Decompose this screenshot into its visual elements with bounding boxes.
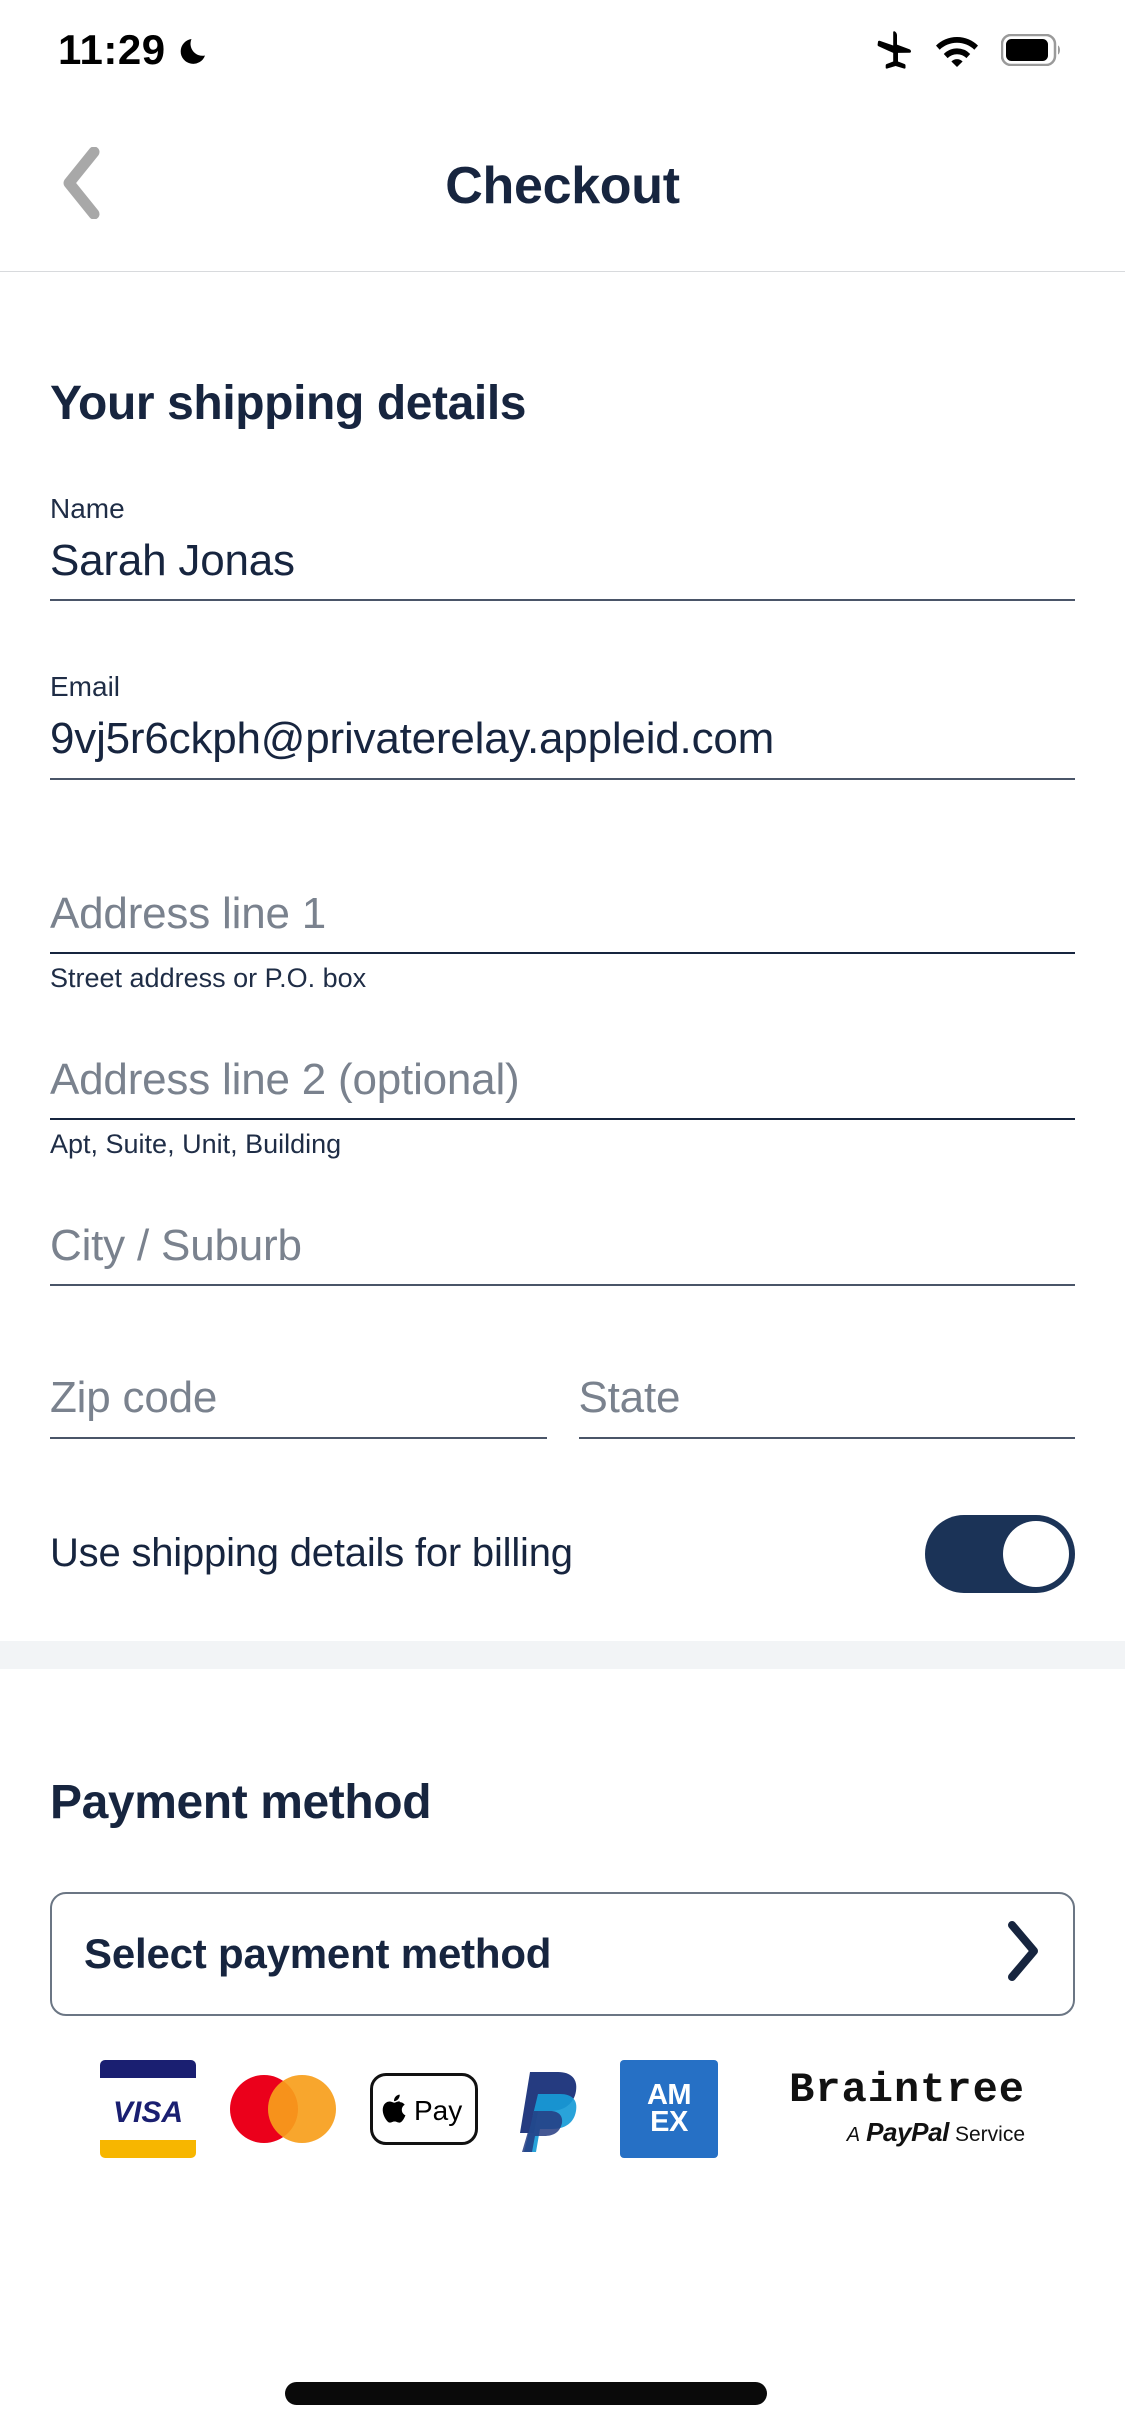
city-input[interactable]: City / Suburb [50,1221,1075,1284]
address-line-2-helper-text: Apt, Suite, Unit, Building [50,1129,342,1160]
shipping-section: Your shipping details Name Sarah Jonas E… [0,272,1125,1641]
svg-text:Pay: Pay [414,2095,462,2126]
paypal-logo [512,2066,586,2152]
email-label: Email [50,671,121,703]
chevron-left-icon [60,146,104,224]
visa-logo: VISA [100,2059,196,2158]
address-line-1-field[interactable]: Address line 1 Street address or P.O. bo… [50,780,1075,994]
braintree-tagline-service: Service [954,2123,1025,2147]
billing-toggle-label: Use shipping details for billing [50,1531,573,1576]
braintree-tagline: A PayPal Service [789,2117,1025,2148]
email-input[interactable]: 9vj5r6ckph@privaterelay.appleid.com [50,715,1075,777]
amex-line-2: EX [650,2105,688,2138]
status-bar-left: 11:29 [58,26,214,74]
name-label: Name [50,493,125,524]
airplane-mode-icon [871,29,913,71]
amex-line-1: AM [646,2079,692,2112]
address-line-1-input[interactable]: Address line 1 [50,889,1075,952]
accepted-payment-logos: VISA Pay AM EX Braintree A PayPal Servic… [50,2016,1075,2158]
mastercard-logo [230,2074,336,2143]
section-divider [0,1640,1125,1669]
svg-text:VISA: VISA [113,2096,183,2129]
status-bar-right [871,29,1063,71]
status-bar: 11:29 [0,0,1125,100]
back-button[interactable] [34,138,130,234]
billing-toggle-switch[interactable] [925,1514,1075,1593]
billing-toggle-row[interactable]: Use shipping details for billing [50,1439,1075,1641]
zip-code-input[interactable]: Zip code [50,1373,547,1436]
name-input[interactable]: Sarah Jonas [50,536,1075,599]
select-payment-method-button[interactable]: Select payment method [50,1891,1075,2016]
select-payment-method-label: Select payment method [84,1929,552,1977]
braintree-wordmark: Braintree [789,2066,1025,2115]
address-line-2-input[interactable]: Address line 2 (optional) [50,1055,1075,1118]
city-field[interactable]: City / Suburb [50,1160,1075,1287]
wifi-icon [935,33,979,67]
chevron-right-icon [1003,1920,1043,1987]
paypal-wordmark: PayPal [866,2117,949,2148]
moon-icon [180,33,214,67]
payment-section: Payment method Select payment method VIS… [0,1668,1125,2158]
amex-logo: AM EX [620,2059,718,2158]
navigation-bar: Checkout [0,100,1125,272]
mastercard-yellow-circle [268,2074,336,2143]
shipping-heading: Your shipping details [50,377,527,430]
toggle-knob [1003,1520,1069,1587]
braintree-branding: Braintree A PayPal Service [789,2069,1025,2148]
state-underline [578,1436,1075,1439]
state-input[interactable]: State [579,1373,1076,1436]
battery-icon [1001,34,1063,66]
address-line-2-field[interactable]: Address line 2 (optional) Apt, Suite, Un… [50,994,1075,1160]
braintree-tagline-a: A [846,2124,861,2147]
city-underline [50,1284,1075,1287]
zip-code-underline [50,1436,547,1439]
scroll-content: Your shipping details Name Sarah Jonas E… [0,272,1125,2158]
apple-pay-logo: Pay [370,2072,478,2145]
page-title: Checkout [445,156,680,215]
checkout-screen: 11:29 Checkout Your shipping details Nam… [0,0,1125,2436]
zip-code-field[interactable]: Zip code [50,1373,547,1439]
email-field[interactable]: Email 9vj5r6ckph@privaterelay.appleid.co… [50,601,1075,780]
zip-state-row: Zip code State [50,1286,1076,1439]
name-field[interactable]: Name Sarah Jonas [50,431,1075,602]
card-logo-list: VISA Pay AM EX [100,2059,718,2158]
payment-heading: Payment method [50,1775,432,1829]
home-indicator-bar [285,2382,767,2405]
status-bar-clock: 11:29 [58,26,166,73]
state-field[interactable]: State [578,1373,1076,1439]
address-line-1-helper-text: Street address or P.O. box [50,963,367,994]
